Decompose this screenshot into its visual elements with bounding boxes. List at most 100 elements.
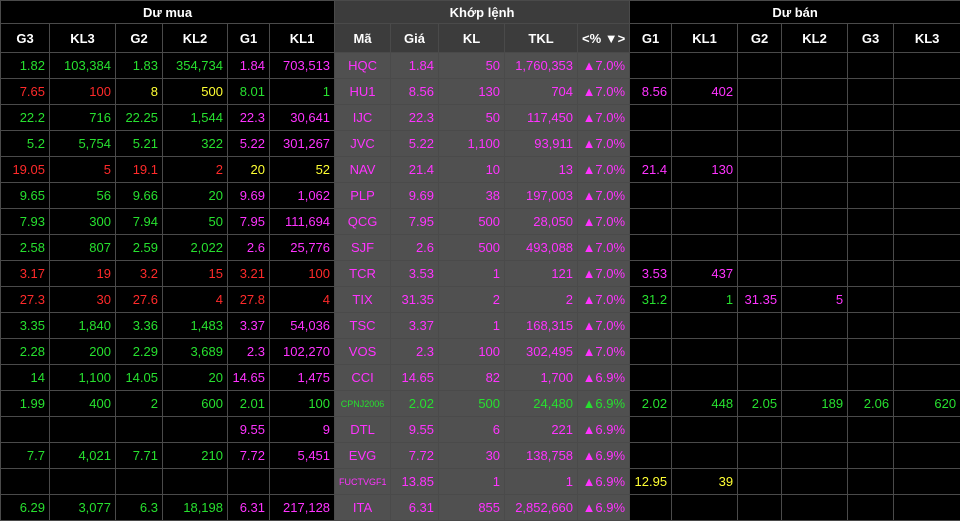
table-cell [672,495,738,521]
symbol-cell[interactable]: QCG [335,209,391,235]
table-cell: 4 [270,287,335,313]
column-header-9: KL [439,24,505,53]
table-cell: 14 [1,365,50,391]
table-row[interactable]: 3.17193.2153.21100TCR3.531121▲7.0%3.5343… [1,261,960,287]
table-cell: 322 [163,131,228,157]
symbol-cell[interactable]: HQC [335,53,391,79]
table-cell: 20 [163,365,228,391]
table-cell: 704 [505,79,578,105]
table-cell: ▲7.0% [578,235,630,261]
table-cell: 221 [505,417,578,443]
table-row[interactable]: 22.271622.251,54422.330,641IJC22.350117,… [1,105,960,131]
symbol-cell[interactable]: EVG [335,443,391,469]
table-cell [630,105,672,131]
table-cell: 1.82 [1,53,50,79]
symbol-cell[interactable]: TCR [335,261,391,287]
table-cell: 30 [439,443,505,469]
table-row[interactable]: 1.9940026002.01100CPNJ20062.0250024,480▲… [1,391,960,417]
table-cell [848,183,894,209]
table-cell: 1,840 [50,313,116,339]
table-cell: 100 [270,391,335,417]
table-cell [894,365,960,391]
table-cell: 620 [894,391,960,417]
table-cell: 716 [50,105,116,131]
table-cell: 102,270 [270,339,335,365]
table-row[interactable]: 7.6510085008.011HU18.56130704▲7.0%8.5640… [1,79,960,105]
table-row[interactable]: 7.74,0217.712107.725,451EVG7.7230138,758… [1,443,960,469]
table-cell: 400 [50,391,116,417]
table-row[interactable]: 2.588072.592,0222.625,776SJF2.6500493,08… [1,235,960,261]
symbol-cell[interactable]: HU1 [335,79,391,105]
table-cell: ▲6.9% [578,443,630,469]
table-cell: 22.3 [391,105,439,131]
table-cell [848,105,894,131]
table-cell [894,417,960,443]
symbol-cell[interactable]: SJF [335,235,391,261]
table-row[interactable]: FUCTVGF113.8511▲6.9%12.9539 [1,469,960,495]
table-cell [782,209,848,235]
table-cell: 2.59 [116,235,163,261]
table-cell: 200 [50,339,116,365]
table-row[interactable]: 9.65569.66209.691,062PLP9.6938197,003▲7.… [1,183,960,209]
table-cell: 3.37 [391,313,439,339]
table-row[interactable]: 19.05519.122052NAV21.41013▲7.0%21.4130 [1,157,960,183]
table-cell: 3.37 [228,313,270,339]
table-row[interactable]: 1.82103,3841.83354,7341.84703,513HQC1.84… [1,53,960,79]
table-cell: 6.31 [391,495,439,521]
sort-percent-header[interactable]: <% ▼> [578,24,630,53]
table-cell: 807 [50,235,116,261]
table-cell: 9.55 [391,417,439,443]
table-cell: ▲6.9% [578,469,630,495]
table-cell: 9.65 [1,183,50,209]
table-cell: 111,694 [270,209,335,235]
table-cell: 197,003 [505,183,578,209]
column-header-12: G1 [630,24,672,53]
symbol-cell[interactable]: NAV [335,157,391,183]
symbol-cell[interactable]: TIX [335,287,391,313]
table-cell: 54,036 [270,313,335,339]
table-cell: 18,198 [163,495,228,521]
table-row[interactable]: 5.25,7545.213225.22301,267JVC5.221,10093… [1,131,960,157]
table-cell: 31.35 [391,287,439,313]
table-cell: 302,495 [505,339,578,365]
table-row[interactable]: 2.282002.293,6892.3102,270VOS2.3100302,4… [1,339,960,365]
table-row[interactable]: 9.559DTL9.556221▲6.9% [1,417,960,443]
table-cell [782,313,848,339]
table-cell: 2 [439,287,505,313]
table-cell: 3.17 [1,261,50,287]
table-cell: 4,021 [50,443,116,469]
table-cell: 50 [163,209,228,235]
table-row[interactable]: 6.293,0776.318,1986.31217,128ITA6.318552… [1,495,960,521]
symbol-cell[interactable]: FUCTVGF1 [335,469,391,495]
table-cell: 13.85 [391,469,439,495]
symbol-cell[interactable]: CPNJ2006 [335,391,391,417]
table-cell: 7.72 [391,443,439,469]
table-row[interactable]: 3.351,8403.361,4833.3754,036TSC3.371168,… [1,313,960,339]
table-cell: 2.02 [391,391,439,417]
table-cell: 5.21 [116,131,163,157]
symbol-cell[interactable]: VOS [335,339,391,365]
column-header-8: Giá [391,24,439,53]
table-row[interactable]: 7.933007.94507.95111,694QCG7.9550028,050… [1,209,960,235]
table-cell: ▲7.0% [578,53,630,79]
table-cell [738,339,782,365]
table-row[interactable]: 27.33027.6427.84TIX31.3522▲7.0%31.2131.3… [1,287,960,313]
table-row[interactable]: 141,10014.052014.651,475CCI14.65821,700▲… [1,365,960,391]
symbol-cell[interactable]: IJC [335,105,391,131]
symbol-cell[interactable]: DTL [335,417,391,443]
symbol-cell[interactable]: PLP [335,183,391,209]
table-cell: 8.01 [228,79,270,105]
table-cell: ▲7.0% [578,183,630,209]
table-cell: 5.2 [1,131,50,157]
symbol-cell[interactable]: TSC [335,313,391,339]
table-cell: 2,022 [163,235,228,261]
table-cell: 300 [50,209,116,235]
symbol-cell[interactable]: ITA [335,495,391,521]
symbol-cell[interactable]: CCI [335,365,391,391]
symbol-cell[interactable]: JVC [335,131,391,157]
table-cell: 1.84 [391,53,439,79]
table-cell [672,417,738,443]
table-cell: 56 [50,183,116,209]
table-cell: 30 [50,287,116,313]
table-cell: ▲6.9% [578,417,630,443]
